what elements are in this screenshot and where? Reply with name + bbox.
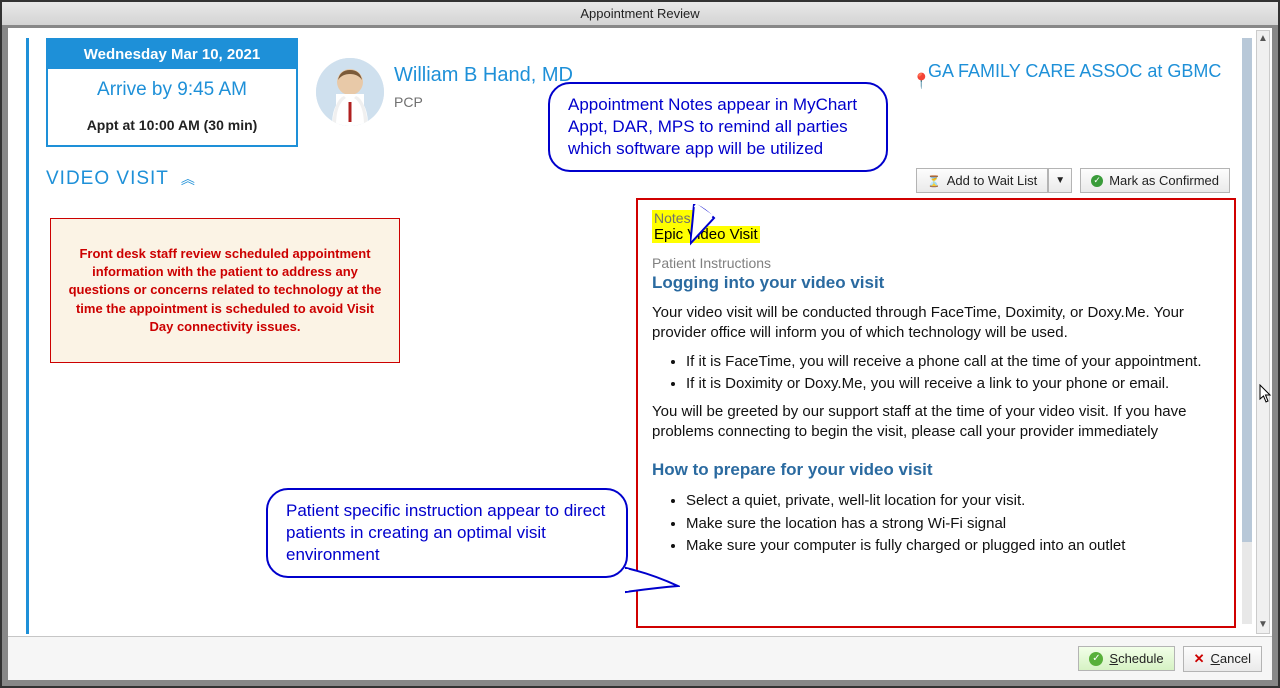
cancel-button-label: Cancel [1211,651,1251,666]
schedule-button-label: Schedule [1109,651,1163,666]
add-to-wait-list-button[interactable]: Add to Wait List [916,168,1048,193]
instructions-bullet-2c: Make sure your computer is fully charged… [686,536,1220,556]
instructions-bullet-2a: Select a quiet, private, well-lit locati… [686,491,1220,511]
schedule-button[interactable]: Schedule [1078,646,1174,671]
content-area: Wednesday Mar 10, 2021 Arrive by 9:45 AM… [8,28,1254,634]
instructions-heading-login: Logging into your video visit [652,273,1220,293]
inner-scrollbar[interactable] [1242,38,1252,624]
arrive-by: Arrive by 9:45 AM [48,69,296,111]
provider-name[interactable]: William B Hand, MD [394,64,573,87]
instructions-para2: You will be greeted by our support staff… [652,402,1220,443]
mark-as-confirmed-label: Mark as Confirmed [1109,173,1219,188]
window-title: Appointment Review [2,2,1278,26]
visit-type-header[interactable]: VIDEO VISIT ︽ [46,168,196,190]
cursor-icon [1259,384,1273,407]
scroll-up-icon[interactable]: ▲ [1257,31,1269,47]
appointment-date: Wednesday Mar 10, 2021 [48,40,296,69]
notes-and-instructions-panel: Notes Epic Video Visit Patient Instructi… [636,198,1236,628]
scroll-down-icon[interactable]: ▼ [1257,617,1269,633]
inner-scrollbar-thumb[interactable] [1242,38,1252,542]
provider-role: PCP [394,94,423,110]
chevron-up-icon: ︽ [181,171,196,187]
outer-scrollbar[interactable]: ▲ ▼ [1256,30,1270,634]
action-button-row: Add to Wait List ▼ Mark as Confirmed [916,168,1230,193]
instructions-bullet-1b: If it is Doximity or Doxy.Me, you will r… [686,374,1220,394]
callout-instructions-tail [624,566,680,610]
add-to-wait-list-dropdown[interactable]: ▼ [1048,168,1072,193]
add-to-wait-list-label: Add to Wait List [947,173,1038,188]
check-icon [1089,652,1103,666]
add-to-wait-list-split-button[interactable]: Add to Wait List ▼ [916,168,1072,193]
appointment-card: Wednesday Mar 10, 2021 Arrive by 9:45 AM… [46,38,298,147]
mark-as-confirmed-button[interactable]: Mark as Confirmed [1080,168,1230,193]
patient-instructions-label: Patient Instructions [652,255,1220,271]
location-name[interactable]: GA FAMILY CARE ASSOC at GBMC [928,60,1228,83]
callout-notes: Appointment Notes appear in MyChart Appt… [548,82,888,172]
instructions-body: Your video visit will be conducted throu… [652,303,1220,556]
cancel-button[interactable]: ✕ Cancel [1183,646,1262,672]
instructions-para1: Your video visit will be conducted throu… [652,303,1220,344]
hourglass-icon [927,173,941,188]
front-desk-note: Front desk staff review scheduled appoin… [50,218,400,363]
instructions-heading-prepare: How to prepare for your video visit [652,459,1220,482]
timeline-bar [26,38,29,634]
appointment-time: Appt at 10:00 AM (30 min) [48,111,296,145]
notes-section-label: Notes [652,210,693,226]
provider-avatar [316,58,384,126]
instructions-bullet-1a: If it is FaceTime, you will receive a ph… [686,352,1220,372]
dialog-footer: Schedule ✕ Cancel [8,636,1272,680]
callout-instructions: Patient specific instruction appear to d… [266,488,628,578]
instructions-bullet-2b: Make sure the location has a strong Wi-F… [686,514,1220,534]
x-icon: ✕ [1194,651,1205,667]
front-desk-note-text: Front desk staff review scheduled appoin… [65,245,385,336]
appointment-review-window: Appointment Review Wednesday Mar 10, 202… [0,0,1280,688]
visit-type-label: VIDEO VISIT [46,168,169,189]
callout-notes-tail [690,204,734,248]
client-area: Wednesday Mar 10, 2021 Arrive by 9:45 AM… [8,28,1272,680]
check-circle-icon [1091,175,1103,187]
